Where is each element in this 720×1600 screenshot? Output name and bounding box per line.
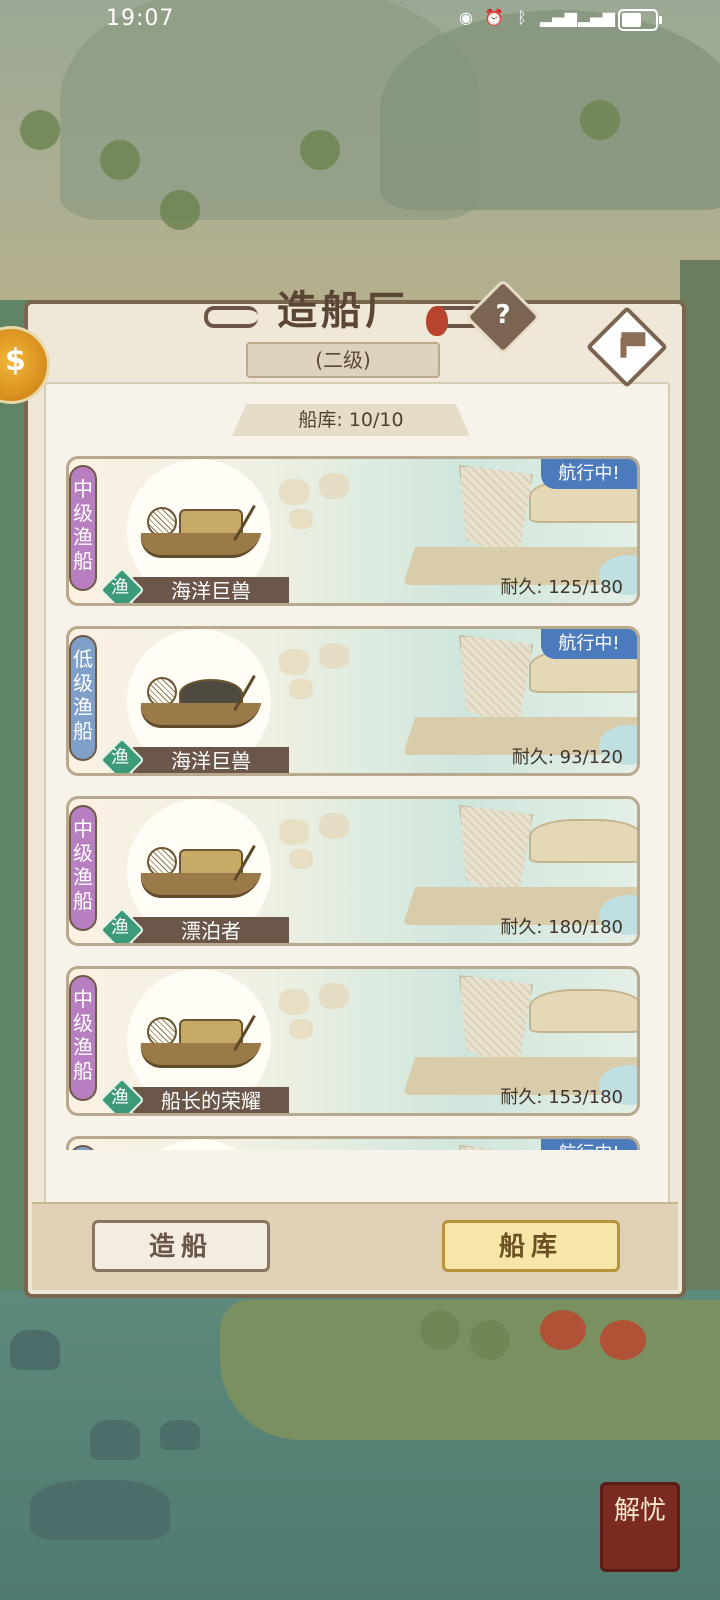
sailing-status-badge: 航行中! [541,459,637,489]
eye-icon: ◉ [459,8,473,27]
fish-type-badge: 渔 [99,1077,145,1113]
ship-name: 海洋巨兽 [133,577,289,603]
title-swirl-left [204,306,258,328]
ship-durability: 耐久: 93/120 [511,747,623,768]
question-icon: ? [495,300,511,330]
boat-icon [136,503,262,563]
status-bar: 19:07 ◉ ⏰ ᛒ ▂▄▆ ▂▄▆ [0,0,720,38]
worry-relief-button[interactable]: 解忧 [600,1482,680,1572]
scene-rocks [279,979,369,1039]
coin-icon: $ [5,343,26,378]
fish-type-badge: 渔 [99,907,145,943]
ship-name: 海洋巨兽 [133,747,289,773]
4g-signal-icon: ▂▄▆ [578,8,615,27]
tree [420,1310,460,1350]
mountain-peak [380,10,720,210]
scene-rocks [279,469,369,529]
tree [20,110,60,150]
rock [30,1480,170,1540]
ship-list[interactable]: 中级渔船 渔 海洋巨兽 航行中! 耐久: 125/180 低级渔船 渔 海洋巨兽… [66,456,642,1156]
tree [160,190,200,230]
dock-button[interactable]: 船库 [442,1220,620,1272]
shore-land [680,260,720,1310]
tree [540,1310,586,1350]
clock: 19:07 [106,6,175,31]
bluetooth-icon: ᛒ [517,8,527,27]
alarm-icon: ⏰ [484,8,504,27]
battery-icon [618,9,662,31]
fish-type-badge: 渔 [99,737,145,773]
ship-card[interactable]: 中级渔船 渔 漂泊者 耐久: 180/180 [66,796,640,946]
ship-tier-label: 低级渔船 [69,635,97,761]
tree [600,1320,646,1360]
ship-durability: 耐久: 153/180 [500,1087,623,1108]
scene-rocks [279,809,369,869]
boat-icon [136,673,262,733]
ship-tier-label: 中级渔船 [69,465,97,591]
ship-durability: 耐久: 180/180 [500,917,623,938]
build-ship-button[interactable]: 造船 [92,1220,270,1272]
ship-name: 漂泊者 [133,917,289,943]
list-edge [66,1150,642,1156]
tree [470,1320,510,1360]
boat-icon [136,843,262,903]
sailing-status-badge: 航行中! [541,629,637,659]
ship-card[interactable]: 中级渔船 渔 海洋巨兽 航行中! 耐久: 125/180 [66,456,640,606]
building-level: (二级) [246,342,440,378]
ship-tier-label: 中级渔船 [69,975,97,1101]
ship-card[interactable]: 中级渔船 渔 船长的荣耀 耐久: 153/180 [66,966,640,1116]
rock [90,1420,140,1460]
ship-card[interactable]: 低级渔船 渔 海洋巨兽 航行中! 耐久: 93/120 [66,626,640,776]
tree [580,100,620,140]
red-seal-icon [426,306,448,336]
tree [300,130,340,170]
scene-rocks [279,639,369,699]
rock [10,1330,60,1370]
rock [160,1420,200,1450]
boat-icon [136,1013,262,1073]
tree [100,140,140,180]
5g-signal-icon: ▂▄▆ [540,8,577,27]
battery-level [622,13,642,27]
dock-capacity: 船库: 10/10 [232,404,470,436]
status-icons: ◉ ⏰ ᛒ ▂▄▆ ▂▄▆ [456,8,615,28]
ship-name: 船长的荣耀 [133,1087,289,1113]
shore-land [220,1300,720,1440]
fish-type-badge: 渔 [99,567,145,603]
ship-durability: 耐久: 125/180 [500,577,623,598]
ship-tier-label: 中级渔船 [69,805,97,931]
